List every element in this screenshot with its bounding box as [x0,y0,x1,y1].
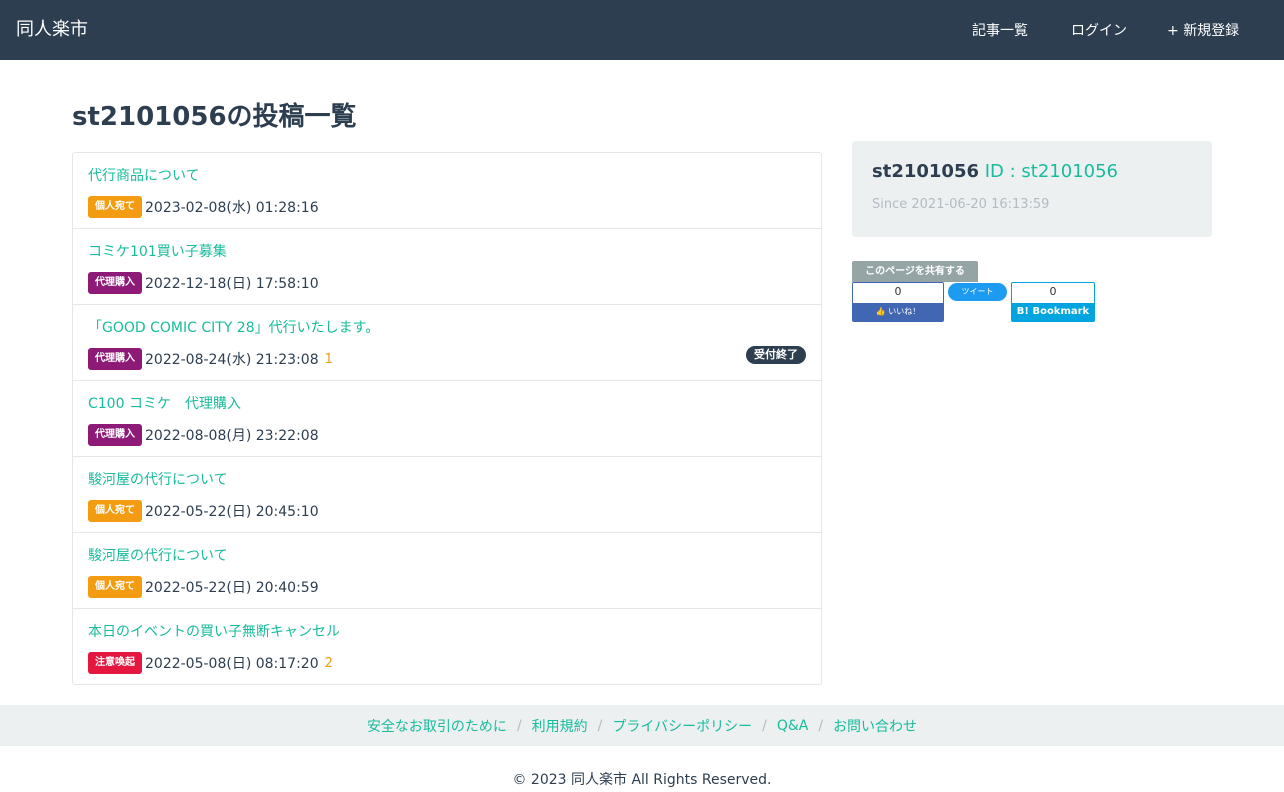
post-list: 代行商品について 個人宛て 2023-02-08(水) 01:28:16 コミケ… [72,152,822,685]
profile-id: ID : st2101056 [984,161,1119,182]
comment-count: 1 [323,352,333,367]
status-badge: 受付終了 [746,346,806,364]
post-item: 代行商品について 個人宛て 2023-02-08(水) 01:28:16 [73,153,821,229]
copyright: © 2023 同人楽市 All Rights Reserved. [512,772,772,788]
post-meta: 個人宛て 2022-05-22(日) 20:45:10 [88,500,319,522]
post-date: 2022-12-18(日) 17:58:10 [145,276,319,292]
category-badge: 代理購入 [88,348,142,370]
footer-separator: / [818,717,824,734]
post-title-link[interactable]: コミケ101買い子募集 [88,242,227,262]
post-item: コミケ101買い子募集 代理購入 2022-12-18(日) 17:58:10 [73,229,821,305]
footer-separator: / [516,717,522,734]
facebook-like-button[interactable]: 0 👍 いいね！ [852,282,944,322]
plus-icon: + [1167,23,1179,39]
post-title-link[interactable]: 代行商品について [88,166,200,186]
post-date: 2023-02-08(水) 01:28:16 [145,200,319,216]
post-date: 2022-05-22(日) 20:40:59 [145,580,319,596]
nav-link-register[interactable]: + 新規登録 [1167,21,1239,41]
post-meta: 代理購入 2022-12-18(日) 17:58:10 [88,272,319,294]
footer-link-contact[interactable]: お問い合わせ [833,716,917,736]
footer-link-qa[interactable]: Q&A [777,718,809,734]
post-meta: 個人宛て 2023-02-08(水) 01:28:16 [88,196,319,218]
facebook-like-label: 👍 いいね！ [853,303,943,321]
category-badge: 注意喚起 [88,652,142,674]
post-item: 駿河屋の代行について 個人宛て 2022-05-22(日) 20:45:10 [73,457,821,533]
nav-link-login[interactable]: ログイン [1069,21,1127,43]
post-title-link[interactable]: 本日のイベントの買い子無断キャンセル [88,622,340,642]
nav-link-articles-label: 記事一覧 [972,23,1028,39]
nav-link-login-label: ログイン [1071,23,1127,39]
comment-count-value: 2 [324,655,333,671]
post-item: 本日のイベントの買い子無断キャンセル 注意喚起 2022-05-08(日) 08… [73,609,821,685]
profile-name: st2101056 ID : st2101056 [872,159,1118,187]
post-title-link[interactable]: 駿河屋の代行について [88,470,228,490]
post-meta: 代理購入 2022-08-08(月) 23:22:08 [88,424,319,446]
footer-links: 安全なお取引のために / 利用規約 / プライバシーポリシー / Q&A / お… [0,705,1284,746]
footer-link-safe-trade[interactable]: 安全なお取引のために [367,716,507,736]
hatena-bookmark-count: 0 [1049,285,1057,298]
brand-logo[interactable]: 同人楽市 [16,18,88,42]
hatena-bookmark-label: B! Bookmark [1012,303,1094,321]
category-badge: 代理購入 [88,272,142,294]
post-item: 「GOOD COMIC CITY 28」代行いたします。 代理購入 2022-0… [73,305,821,381]
post-date: 2022-05-22(日) 20:45:10 [145,504,319,520]
category-badge: 個人宛て [88,196,142,218]
footer-link-privacy[interactable]: プライバシーポリシー [612,716,752,736]
post-meta: 注意喚起 2022-05-08(日) 08:17:20 2 [88,652,333,674]
tweet-button[interactable]: ツイート [948,283,1007,301]
profile-since: Since 2021-06-20 16:13:59 [872,196,1049,215]
post-meta: 個人宛て 2022-05-22(日) 20:40:59 [88,576,319,598]
post-date: 2022-08-08(月) 23:22:08 [145,428,319,444]
post-item: C100 コミケ 代理購入 代理購入 2022-08-08(月) 23:22:0… [73,381,821,457]
post-title-link[interactable]: C100 コミケ 代理購入 [88,394,241,414]
page-title: st2101056の投稿一覧 [72,102,357,132]
footer-separator: / [762,717,767,734]
hatena-bookmark-button[interactable]: 0 B! Bookmark [1011,282,1095,322]
nav-link-articles[interactable]: 記事一覧 [970,21,1028,43]
share-label: このページを共有する [852,261,978,282]
post-date: 2022-08-24(水) 21:23:08 [145,352,319,368]
facebook-like-count: 0 [894,285,902,298]
profile-since-text: Since 2021-06-20 16:13:59 [872,197,1050,212]
nav-link-register-label: 新規登録 [1183,23,1240,39]
category-badge: 代理購入 [88,424,142,446]
navbar: 同人楽市 記事一覧 ログイン + 新規登録 [0,0,1284,60]
post-meta: 代理購入 2022-08-24(水) 21:23:08 1 [88,348,333,370]
footer-link-terms[interactable]: 利用規約 [532,716,588,736]
profile-username: st2101056 [872,161,979,182]
post-date: 2022-05-08(日) 08:17:20 [145,656,319,672]
footer-separator: / [597,717,603,734]
profile-card: st2101056 ID : st2101056 Since 2021-06-2… [852,141,1212,237]
category-badge: 個人宛て [88,576,142,598]
post-title-link[interactable]: 「GOOD COMIC CITY 28」代行いたします。 [88,318,379,338]
post-item: 駿河屋の代行について 個人宛て 2022-05-22(日) 20:40:59 [73,533,821,609]
comment-count: 2 [323,656,333,671]
category-badge: 個人宛て [88,500,142,522]
comment-count-value: 1 [324,351,333,367]
post-title-link[interactable]: 駿河屋の代行について [88,546,228,566]
